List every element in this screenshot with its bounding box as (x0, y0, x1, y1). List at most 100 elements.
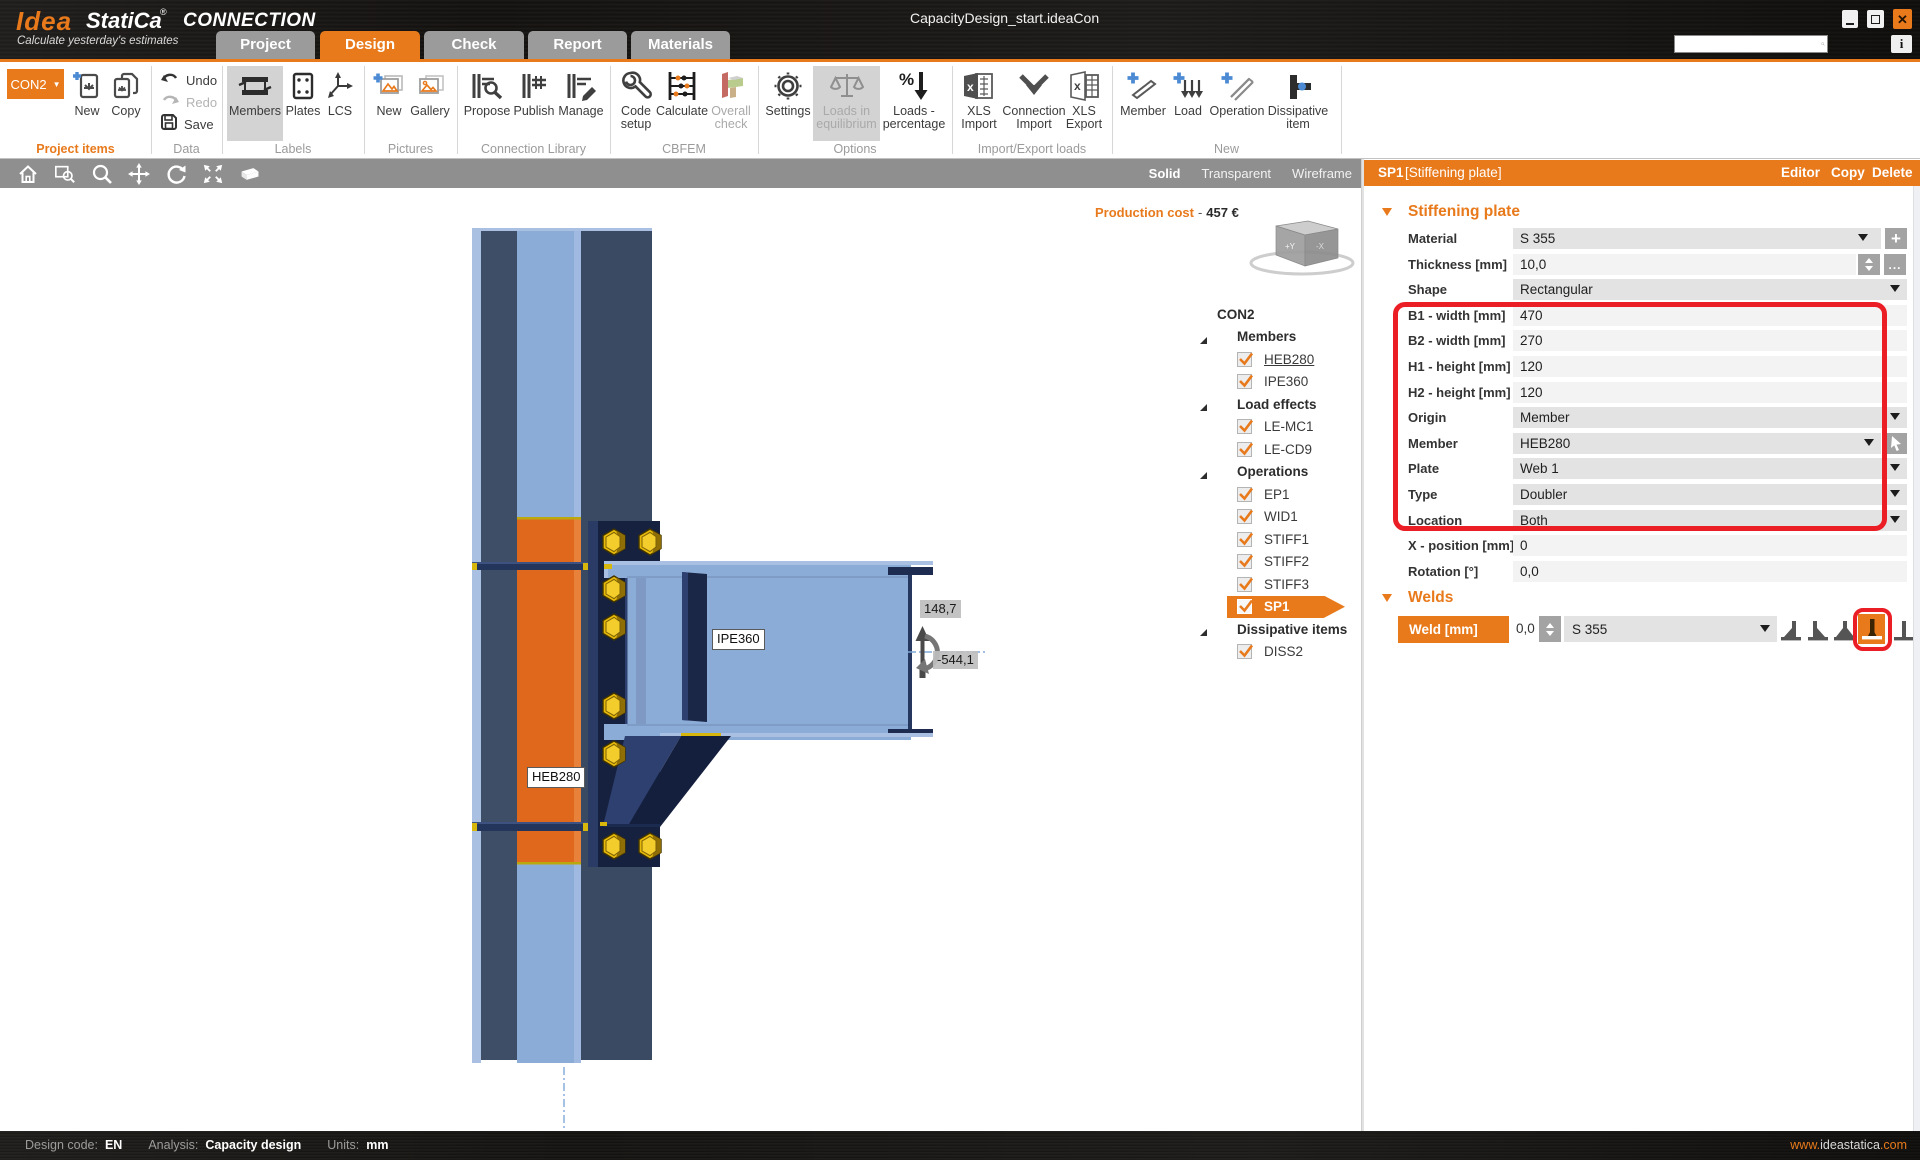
ribbon-members-button[interactable]: Members (227, 66, 283, 141)
tree-item-checkbox[interactable] (1237, 554, 1252, 569)
tree-group-members[interactable]: Members (1196, 326, 1361, 349)
ribbon-manage-button[interactable]: Manage (555, 66, 607, 141)
solid-box-icon[interactable] (239, 163, 261, 185)
panel-scrollbar[interactable] (1913, 186, 1920, 1131)
weld-fillet-left-icon[interactable] (1779, 616, 1803, 644)
ribbon-publish-button[interactable]: Publish (508, 66, 560, 141)
ribbon-propose-button[interactable]: Propose (461, 66, 513, 141)
ribbon-lcs-button[interactable]: LCS (314, 66, 366, 141)
section-welds[interactable]: Welds (1382, 589, 1453, 607)
panel-item-id: SP1 (1378, 165, 1404, 180)
minimize-button[interactable] (1842, 10, 1858, 28)
ribbon-loads-percentage-button[interactable]: %Loads -percentage (888, 66, 940, 141)
tree-root[interactable]: CON2 (1196, 303, 1361, 326)
tab-project[interactable]: Project (216, 31, 315, 59)
weld-fillet-right-icon[interactable] (1806, 616, 1830, 644)
fit-icon[interactable] (202, 163, 224, 185)
project-item-selector[interactable]: CON2▼ (7, 69, 64, 99)
zoom-icon[interactable] (91, 163, 113, 185)
tree-item-checkbox[interactable] (1237, 419, 1252, 434)
ribbon-settings-button[interactable]: Settings (762, 66, 814, 141)
tree-item-checkbox[interactable] (1237, 532, 1252, 547)
ribbon-save-button[interactable]: Save (160, 115, 214, 134)
property-panel: SP1 [Stiffening plate] Editor Copy Delet… (1364, 159, 1920, 1131)
home-icon[interactable] (17, 163, 39, 185)
viewport-toolbar: Solid Transparent Wireframe (0, 159, 1361, 188)
tree-item-checkbox[interactable] (1237, 509, 1252, 524)
tree-item-checkbox[interactable] (1237, 352, 1252, 367)
chevron-down-icon: ▼ (53, 80, 61, 89)
tree-expander-icon[interactable] (1198, 399, 1208, 409)
ribbon-gallery-button[interactable]: Gallery (404, 66, 456, 141)
view-mode-solid[interactable]: Solid (1149, 166, 1181, 181)
ribbon-operation-button[interactable]: Operation (1211, 66, 1263, 141)
tab-design[interactable]: Design (320, 31, 420, 59)
tree-item-ipe360[interactable]: IPE360 (1196, 371, 1361, 394)
tree-group-operations[interactable]: Operations (1196, 461, 1361, 484)
weld-material-dropdown[interactable]: S 355 (1564, 616, 1777, 642)
navigation-cube[interactable]: +Y -X (1248, 218, 1360, 280)
weld-button[interactable]: Weld [mm] (1398, 616, 1509, 643)
tree-item-checkbox[interactable] (1237, 374, 1252, 389)
field-thickness-mm[interactable]: 10,0 (1513, 254, 1856, 275)
weld-size-value[interactable]: 0,0 (1516, 621, 1535, 636)
tree-item-checkbox[interactable] (1237, 599, 1252, 614)
tree-item-checkbox[interactable] (1237, 442, 1252, 457)
tree-item-checkbox[interactable] (1237, 644, 1252, 659)
field-x-position-mm[interactable]: 0 (1513, 535, 1907, 556)
rotate-icon[interactable] (165, 163, 187, 185)
view-mode-wireframe[interactable]: Wireframe (1292, 166, 1352, 181)
view-mode-transparent[interactable]: Transparent (1201, 166, 1271, 181)
ribbon-loads-in-equilibrium-button[interactable]: Loads inequilibrium (813, 66, 880, 141)
tree-item-ep1[interactable]: EP1 (1196, 483, 1361, 506)
tab-materials[interactable]: Materials (631, 31, 730, 59)
tree-expander-icon[interactable] (1198, 332, 1208, 342)
ribbon-copy-button[interactable]: Copy (100, 66, 152, 141)
tree-expander-icon[interactable] (1198, 624, 1208, 634)
tab-check[interactable]: Check (424, 31, 524, 59)
ribbon-connection-import-button[interactable]: ConnectionImport (1008, 66, 1060, 141)
tree-item-diss2[interactable]: DISS2 (1196, 641, 1361, 664)
ribbon-calculate-button[interactable]: Calculate (656, 66, 708, 141)
ribbon-overall-check-button[interactable]: Overallcheck (705, 66, 757, 141)
weld-size-spinner[interactable] (1539, 616, 1561, 642)
section-stiffening-plate[interactable]: Stiffening plate (1382, 203, 1520, 221)
field-material[interactable]: S 355 (1513, 228, 1881, 249)
tree-item-sp1[interactable]: SP1 (1196, 596, 1361, 619)
tree-item-le-cd9[interactable]: LE-CD9 (1196, 438, 1361, 461)
ribbon-dissipative-item-button[interactable]: Dissipativeitem (1272, 66, 1324, 141)
pan-icon[interactable] (128, 163, 150, 185)
model-viewport[interactable]: 148,7 -544,1 IPE360 HEB280 Production co… (0, 188, 1361, 1131)
ribbon-xls-import-button[interactable]: xXLSImport (953, 66, 1005, 141)
add-material-button[interactable]: + (1885, 228, 1907, 249)
pick-member-button[interactable] (1885, 433, 1907, 454)
maximize-button[interactable] (1867, 10, 1884, 28)
copy-button[interactable]: Copy (1831, 165, 1865, 180)
tree-item-le-mc1[interactable]: LE-MC1 (1196, 416, 1361, 439)
ribbon-undo-button[interactable]: Undo (160, 71, 217, 90)
tree-item-checkbox[interactable] (1237, 487, 1252, 502)
tab-report[interactable]: Report (528, 31, 627, 59)
field-shape[interactable]: Rectangular (1513, 279, 1907, 300)
ribbon-xls-export-button[interactable]: xXLSExport (1058, 66, 1110, 141)
tree-item-stiff1[interactable]: STIFF1 (1196, 528, 1361, 551)
thickness-spinner[interactable] (1858, 254, 1880, 275)
tree-item-wid1[interactable]: WID1 (1196, 506, 1361, 529)
tree-group-load-effects[interactable]: Load effects (1196, 393, 1361, 416)
ribbon-code-setup-button[interactable]: Codesetup (610, 66, 662, 141)
close-button[interactable]: ✕ (1893, 9, 1912, 29)
tree-item-checkbox[interactable] (1237, 577, 1252, 592)
website-link[interactable]: www.ideastatica.com (1790, 1138, 1907, 1152)
tree-group-dissipative-items[interactable]: Dissipative items (1196, 618, 1361, 641)
zoom-window-icon[interactable] (54, 163, 76, 185)
delete-button[interactable]: Delete (1872, 165, 1913, 180)
tree-item-stiff3[interactable]: STIFF3 (1196, 573, 1361, 596)
field-rotation[interactable]: 0,0 (1513, 561, 1907, 582)
ribbon-redo-button[interactable]: Redo (160, 93, 217, 112)
thickness-more-button[interactable]: ... (1884, 254, 1906, 275)
tree-item-heb280[interactable]: HEB280 (1196, 348, 1361, 371)
tree-item-stiff2[interactable]: STIFF2 (1196, 551, 1361, 574)
editor-button[interactable]: Editor (1781, 165, 1820, 180)
tree-expander-icon[interactable] (1198, 467, 1208, 477)
ribbon-load-button[interactable]: Load (1162, 66, 1214, 141)
